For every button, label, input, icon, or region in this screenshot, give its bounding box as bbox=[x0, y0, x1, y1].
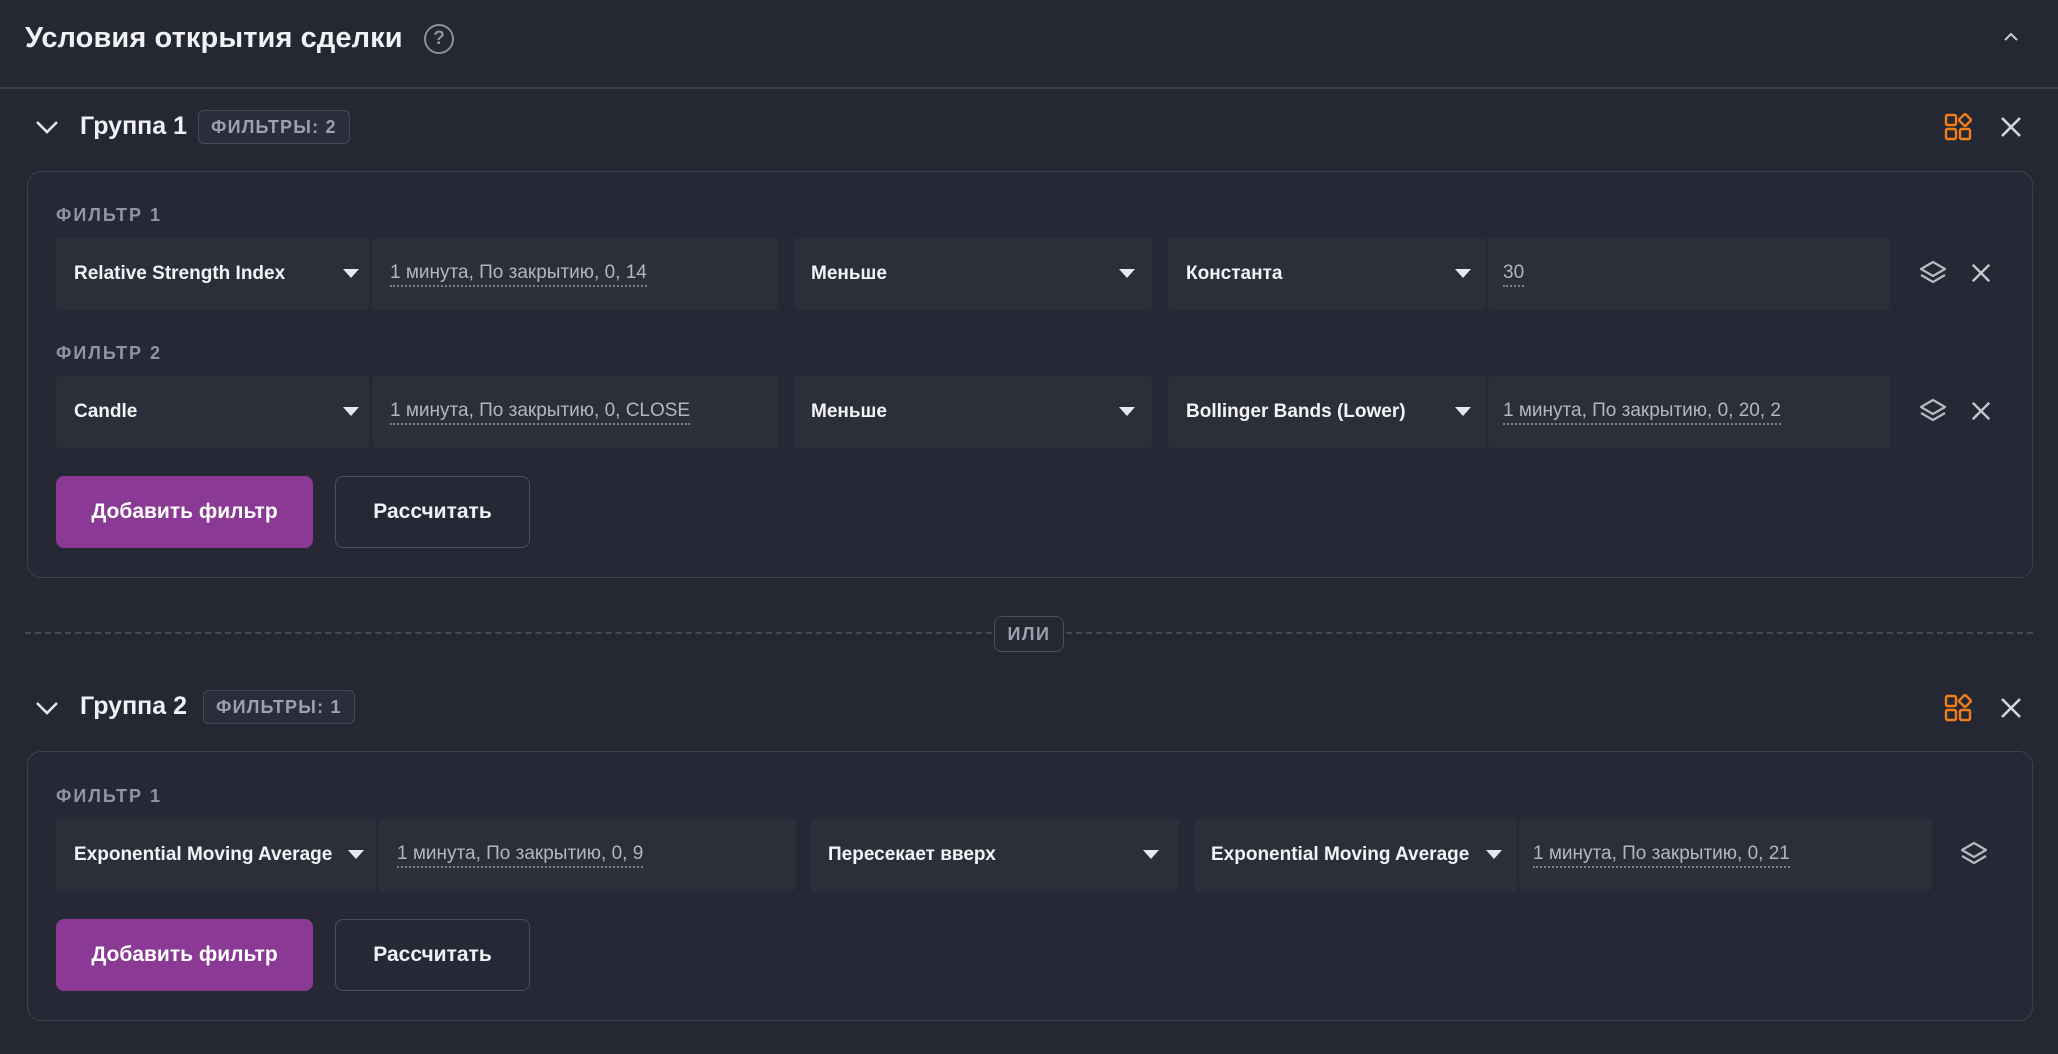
params-text: 1 минута, По закрытию, 0, 20, 2 bbox=[1503, 400, 1781, 425]
filters-count-badge: ФИЛЬТРЫ: 2 bbox=[198, 110, 350, 144]
target-select[interactable]: Константа bbox=[1168, 238, 1486, 310]
target-select[interactable]: Bollinger Bands (Lower) bbox=[1168, 376, 1486, 448]
caret-down-icon bbox=[348, 850, 364, 859]
close-group-icon[interactable] bbox=[1999, 115, 2023, 139]
grid-add-icon[interactable] bbox=[1944, 694, 1972, 722]
caret-down-icon bbox=[343, 407, 359, 416]
caret-down-icon bbox=[1455, 407, 1471, 416]
indicator-params[interactable]: 1 минута, По закрытию, 0, CLOSE bbox=[372, 376, 778, 448]
indicator-select[interactable]: Exponential Moving Average bbox=[56, 819, 376, 891]
layers-icon[interactable] bbox=[1959, 839, 1989, 869]
caret-down-icon bbox=[1486, 850, 1502, 859]
operator-value: Меньше bbox=[811, 263, 887, 284]
close-group-icon[interactable] bbox=[1999, 696, 2023, 720]
layers-icon[interactable] bbox=[1918, 258, 1948, 288]
indicator-value: Exponential Moving Average bbox=[74, 844, 333, 865]
add-filter-button[interactable]: Добавить фильтр bbox=[56, 919, 313, 991]
layers-icon[interactable] bbox=[1918, 396, 1948, 426]
filter-label: ФИЛЬТР 1 bbox=[56, 786, 163, 806]
group-title: Группа 2 bbox=[80, 692, 188, 720]
indicator-params[interactable]: 1 минута, По закрытию, 0, 14 bbox=[372, 238, 778, 310]
target-value: Exponential Moving Average bbox=[1211, 844, 1470, 865]
page-title: Условия открытия сделки bbox=[25, 22, 403, 54]
target-select[interactable]: Exponential Moving Average bbox=[1195, 819, 1517, 891]
add-filter-button[interactable]: Добавить фильтр bbox=[56, 476, 313, 548]
operator-value: Пересекает вверх bbox=[828, 844, 996, 865]
target-params[interactable]: 1 минута, По закрытию, 0, 20, 2 bbox=[1488, 376, 1890, 448]
help-icon[interactable]: ? bbox=[424, 24, 454, 54]
indicator-params[interactable]: 1 минута, По закрытию, 0, 9 bbox=[379, 819, 796, 891]
chevron-up-icon[interactable] bbox=[2002, 30, 2020, 44]
chevron-down-icon[interactable] bbox=[33, 117, 61, 137]
target-value: Bollinger Bands (Lower) bbox=[1186, 401, 1406, 422]
caret-down-icon bbox=[1143, 850, 1159, 859]
filter-label: ФИЛЬТР 2 bbox=[56, 343, 163, 363]
group-panel bbox=[27, 171, 2033, 578]
or-badge: ИЛИ bbox=[994, 616, 1064, 652]
target-value: Константа bbox=[1186, 263, 1283, 284]
indicator-select[interactable]: Relative Strength Index bbox=[56, 238, 369, 310]
params-text: 1 минута, По закрытию, 0, 14 bbox=[390, 262, 647, 287]
caret-down-icon bbox=[1119, 269, 1135, 278]
caret-down-icon bbox=[343, 269, 359, 278]
remove-filter-icon[interactable] bbox=[1970, 400, 1992, 422]
grid-add-icon[interactable] bbox=[1944, 113, 1972, 141]
filter-label: ФИЛЬТР 1 bbox=[56, 205, 163, 225]
operator-select[interactable]: Пересекает вверх bbox=[811, 819, 1179, 891]
indicator-value: Candle bbox=[74, 401, 138, 422]
group-title: Группа 1 bbox=[80, 112, 188, 140]
indicator-value: Relative Strength Index bbox=[74, 263, 286, 284]
operator-select[interactable]: Меньше bbox=[794, 238, 1152, 310]
params-text: 1 минута, По закрытию, 0, 21 bbox=[1533, 843, 1790, 868]
params-text: 1 минута, По закрытию, 0, 9 bbox=[397, 843, 644, 868]
indicator-select[interactable]: Candle bbox=[56, 376, 369, 448]
operator-value: Меньше bbox=[811, 401, 887, 422]
params-text: 1 минута, По закрытию, 0, CLOSE bbox=[390, 400, 691, 425]
params-text: 30 bbox=[1503, 262, 1525, 287]
caret-down-icon bbox=[1119, 407, 1135, 416]
remove-filter-icon[interactable] bbox=[1970, 262, 1992, 284]
filters-count-badge: ФИЛЬТРЫ: 1 bbox=[203, 690, 355, 724]
operator-select[interactable]: Меньше bbox=[794, 376, 1152, 448]
calculate-button[interactable]: Рассчитать bbox=[335, 919, 530, 991]
chevron-down-icon[interactable] bbox=[33, 698, 61, 718]
calculate-button[interactable]: Рассчитать bbox=[335, 476, 530, 548]
caret-down-icon bbox=[1455, 269, 1471, 278]
target-params[interactable]: 1 минута, По закрытию, 0, 21 bbox=[1519, 819, 1932, 891]
header-divider bbox=[0, 87, 2058, 89]
target-params[interactable]: 30 bbox=[1488, 238, 1890, 310]
